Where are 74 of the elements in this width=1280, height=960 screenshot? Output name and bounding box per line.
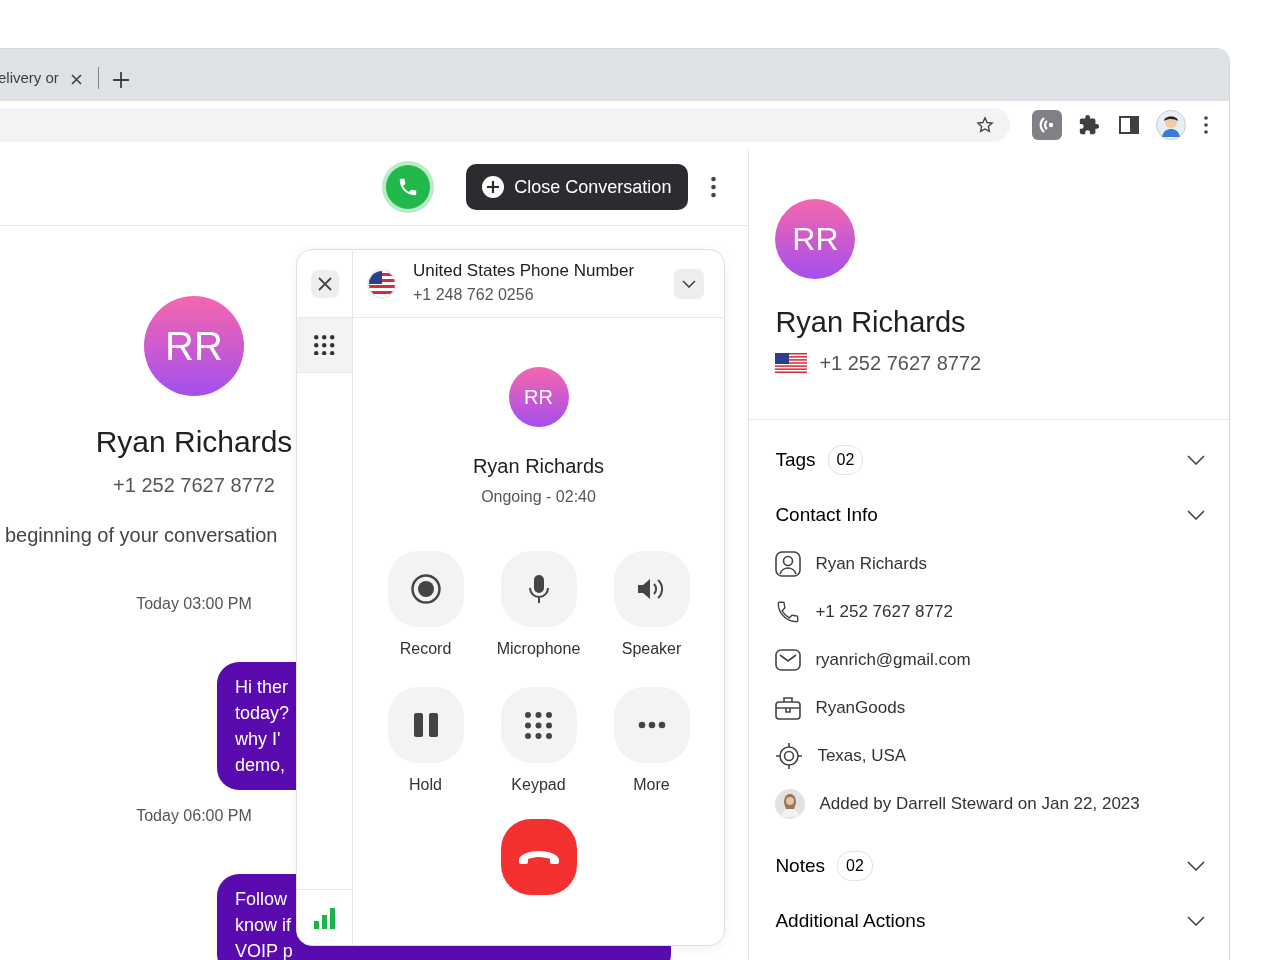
pause-icon <box>412 712 439 738</box>
chevron-down-icon <box>1187 510 1205 520</box>
close-button[interactable] <box>310 269 339 298</box>
conversation-intro: beginning of your conversation <box>4 523 278 548</box>
caller-name: Ryan Richards <box>472 454 605 479</box>
message-time: Today 06:00 PM <box>136 806 252 826</box>
action-label: Microphone <box>496 639 581 659</box>
section-title: Tags <box>775 447 816 472</box>
chevron-down-icon <box>1187 861 1205 871</box>
avatar-icon <box>775 789 806 819</box>
plus-icon <box>482 176 505 198</box>
contact-detail: Added by Darrell Steward on Jan 22, 2023 <box>819 793 1140 816</box>
person-icon <box>775 551 802 577</box>
contact-detail: Ryan Richards <box>815 553 927 576</box>
extension-icon[interactable] <box>1032 110 1062 140</box>
keypad-icon <box>314 334 335 356</box>
chevron-down-icon <box>1187 916 1205 926</box>
keypad-icon <box>525 711 552 739</box>
call-status: Ongoing - 02:40 <box>481 487 596 507</box>
chevron-down-icon <box>682 279 696 288</box>
record-button[interactable] <box>387 551 464 627</box>
speaker-button[interactable] <box>613 551 690 627</box>
contact-phone: +1 252 7627 8772 <box>113 473 275 498</box>
profile-avatar[interactable] <box>1156 110 1186 140</box>
message-time: Today 03:00 PM <box>136 594 252 614</box>
message-text: Follow know if VOIP p <box>235 888 293 960</box>
chevron-down-icon <box>1187 455 1205 465</box>
message-text: Hi ther today? why I' demo, <box>235 676 290 777</box>
briefcase-icon <box>775 696 802 720</box>
contact-detail: Texas, USA <box>817 745 907 768</box>
profile-name: Ryan Richards <box>775 305 967 340</box>
contact-name: Ryan Richards <box>95 424 293 460</box>
section-header[interactable]: Notes 02 <box>775 842 1205 890</box>
line-number: +1 248 762 0256 <box>413 284 535 305</box>
contact-detail: +1 252 7627 8772 <box>815 601 953 624</box>
action-label: Hold <box>409 775 442 795</box>
keypad-button[interactable] <box>500 687 577 763</box>
profile-avatar: RR <box>775 199 856 279</box>
section-header[interactable]: Contact Info <box>775 491 1205 539</box>
microphone-button[interactable] <box>500 551 577 627</box>
line-name: United States Phone Number <box>413 260 635 283</box>
envelope-icon <box>775 649 802 671</box>
hold-button[interactable] <box>387 687 464 763</box>
contact-detail: RyanGoods <box>815 697 906 720</box>
caller-avatar: RR <box>508 367 569 427</box>
section-header[interactable]: Additional Actions <box>775 897 1205 945</box>
section-header[interactable]: Tags 02 <box>775 436 1205 484</box>
target-icon <box>775 742 804 770</box>
section-title: Additional Actions <box>775 908 926 933</box>
flag-icon <box>775 352 808 373</box>
contact-detail: ryanrich@gmail.com <box>815 649 971 672</box>
section-count: 02 <box>837 851 873 881</box>
call-button[interactable] <box>386 165 431 209</box>
more-options-icon[interactable] <box>708 174 719 200</box>
end-call-button[interactable] <box>500 819 577 895</box>
action-label: Keypad <box>511 775 566 795</box>
section-count: 02 <box>827 445 864 475</box>
close-icon <box>317 276 332 291</box>
dropdown-button[interactable] <box>674 268 704 299</box>
close-conversation-button[interactable]: Close Conversation <box>466 164 689 210</box>
section-title: Notes <box>775 853 826 878</box>
action-label: Speaker <box>621 639 682 659</box>
action-label: More <box>633 775 670 795</box>
record-icon <box>410 574 441 604</box>
contact-avatar: RR <box>144 296 244 396</box>
action-label: Record <box>399 639 452 659</box>
profile-phone: +1 252 7627 8772 <box>819 350 982 376</box>
side-tab[interactable] <box>297 318 352 373</box>
signal-icon <box>313 906 336 929</box>
section-title: Contact Info <box>775 502 878 527</box>
flag-icon <box>369 270 395 297</box>
star-icon[interactable] <box>976 116 994 134</box>
more-icon <box>637 721 666 729</box>
microphone-icon <box>527 574 550 604</box>
